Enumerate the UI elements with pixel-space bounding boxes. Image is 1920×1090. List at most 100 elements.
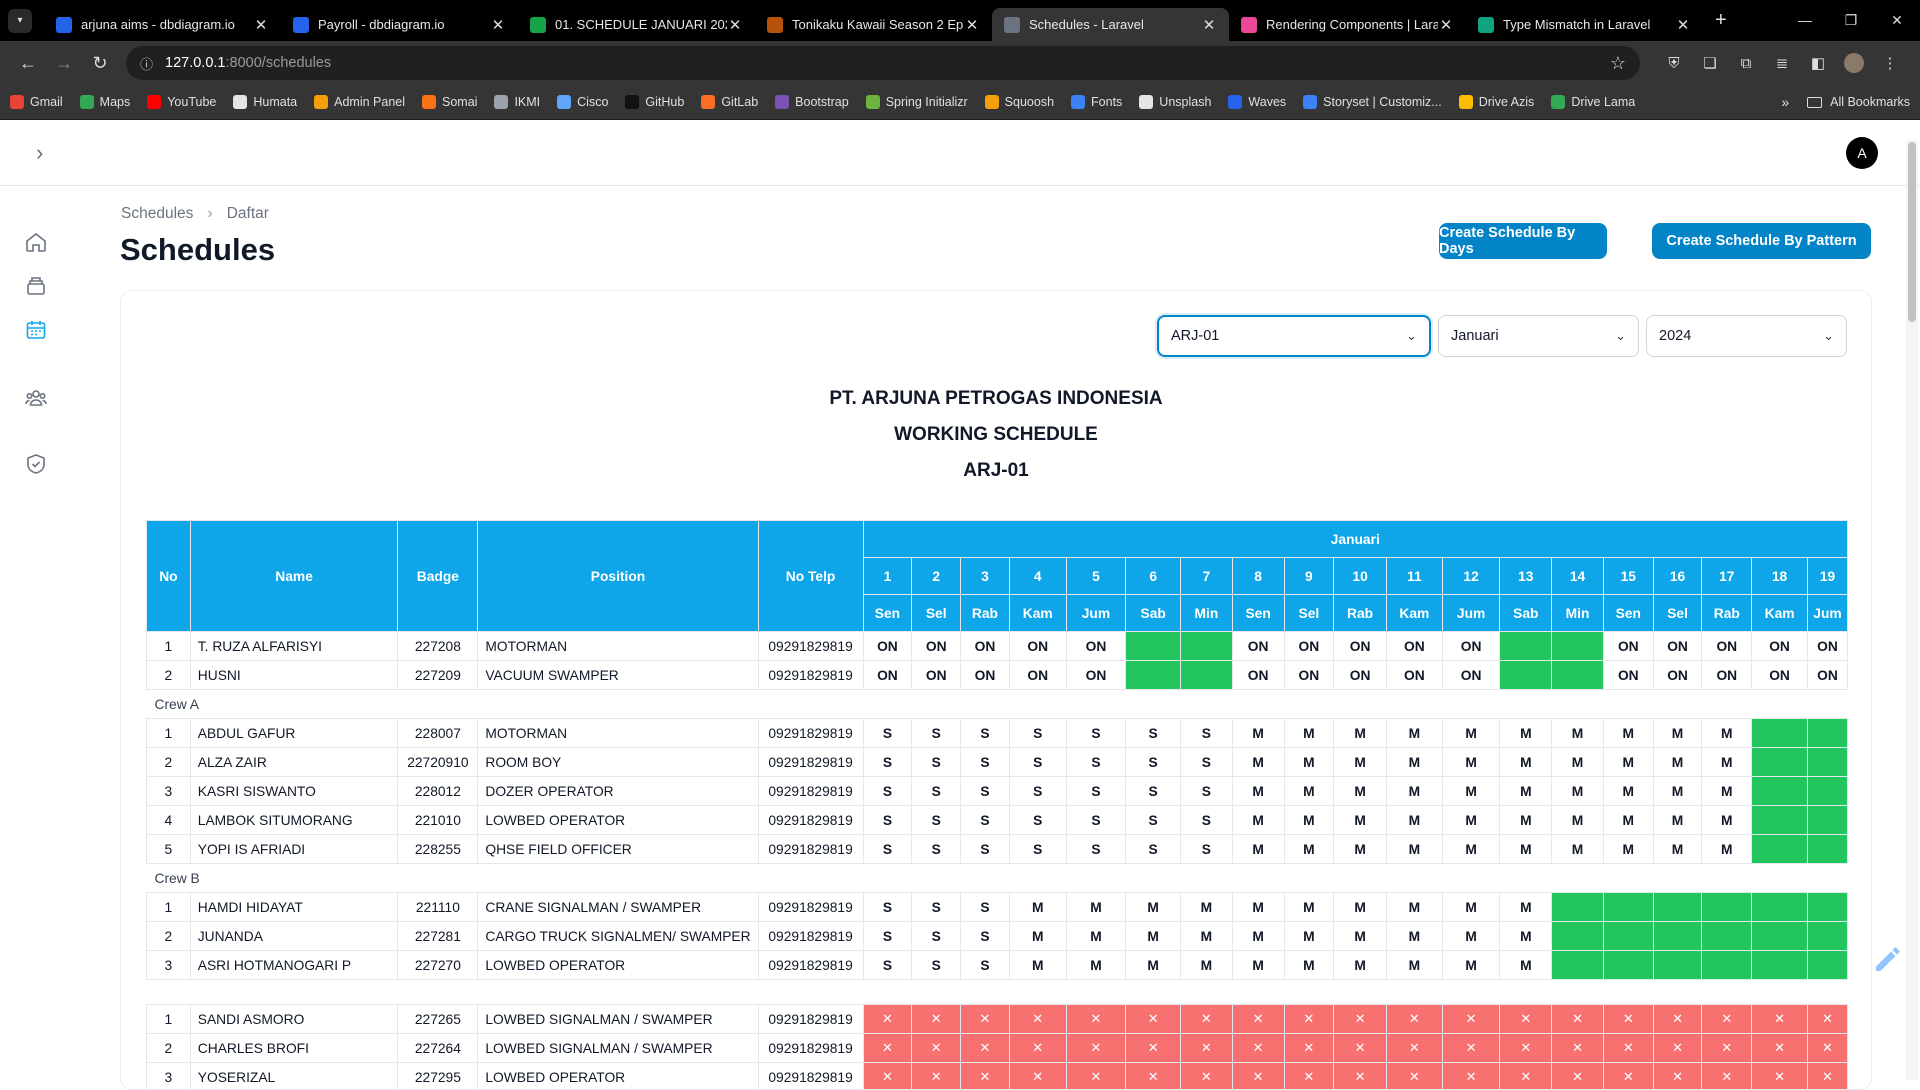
no-schedule-cell[interactable]: ✕ bbox=[1752, 1063, 1808, 1090]
shift-cell[interactable]: ON bbox=[1752, 632, 1808, 661]
shift-cell[interactable]: M bbox=[1702, 835, 1752, 864]
no-schedule-cell[interactable]: ✕ bbox=[1442, 1034, 1500, 1063]
users-icon[interactable] bbox=[24, 386, 48, 410]
no-schedule-cell[interactable]: ✕ bbox=[1552, 1034, 1604, 1063]
shift-cell[interactable]: M bbox=[1334, 951, 1387, 980]
copy-extension-icon[interactable]: ❏ bbox=[1692, 54, 1728, 72]
no-schedule-cell[interactable]: ✕ bbox=[863, 1034, 912, 1063]
back-icon[interactable]: ← bbox=[12, 53, 44, 74]
day-off-cell[interactable] bbox=[1752, 806, 1808, 835]
no-schedule-cell[interactable]: ✕ bbox=[1752, 1005, 1808, 1034]
no-schedule-cell[interactable]: ✕ bbox=[1334, 1005, 1387, 1034]
bookmark-item[interactable]: Fonts bbox=[1071, 95, 1122, 109]
no-schedule-cell[interactable]: ✕ bbox=[1181, 1005, 1233, 1034]
no-schedule-cell[interactable]: ✕ bbox=[1284, 1034, 1334, 1063]
browser-tab[interactable]: Schedules - Laravel✕ bbox=[992, 8, 1229, 41]
shift-cell[interactable]: ON bbox=[1653, 632, 1702, 661]
no-schedule-cell[interactable]: ✕ bbox=[1066, 1005, 1126, 1034]
shift-cell[interactable]: M bbox=[1500, 777, 1552, 806]
shift-cell[interactable]: M bbox=[1603, 719, 1653, 748]
shift-cell[interactable]: M bbox=[1552, 748, 1604, 777]
shift-cell[interactable]: M bbox=[1181, 951, 1233, 980]
no-schedule-cell[interactable]: ✕ bbox=[912, 1063, 961, 1090]
no-schedule-cell[interactable]: ✕ bbox=[1386, 1005, 1442, 1034]
calendar-icon[interactable] bbox=[24, 318, 48, 342]
tab-close-icon[interactable]: ✕ bbox=[1438, 16, 1454, 34]
day-off-cell[interactable] bbox=[1807, 922, 1847, 951]
shift-cell[interactable]: M bbox=[1232, 835, 1284, 864]
no-schedule-cell[interactable]: ✕ bbox=[1552, 1063, 1604, 1090]
shift-cell[interactable]: M bbox=[1232, 748, 1284, 777]
shift-cell[interactable]: M bbox=[1334, 748, 1387, 777]
shift-cell[interactable]: M bbox=[1232, 893, 1284, 922]
shift-cell[interactable]: ON bbox=[1442, 661, 1500, 690]
shift-cell[interactable]: S bbox=[1126, 806, 1181, 835]
no-schedule-cell[interactable]: ✕ bbox=[1500, 1063, 1552, 1090]
no-schedule-cell[interactable]: ✕ bbox=[863, 1063, 912, 1090]
bookmark-item[interactable]: Squoosh bbox=[985, 95, 1054, 109]
shift-cell[interactable]: ON bbox=[1702, 661, 1752, 690]
shift-cell[interactable]: S bbox=[961, 777, 1010, 806]
shift-cell[interactable]: M bbox=[1066, 922, 1126, 951]
year-select[interactable]: 2024 ⌄ bbox=[1646, 315, 1847, 357]
day-off-cell[interactable] bbox=[1752, 893, 1808, 922]
bookmark-item[interactable]: Admin Panel bbox=[314, 95, 405, 109]
shift-cell[interactable]: S bbox=[1009, 806, 1066, 835]
day-off-cell[interactable] bbox=[1603, 893, 1653, 922]
shift-cell[interactable]: S bbox=[961, 748, 1010, 777]
browser-tab[interactable]: 01. SCHEDULE JANUARI 2024 -✕ bbox=[518, 8, 755, 41]
shift-cell[interactable]: ON bbox=[1386, 661, 1442, 690]
shift-cell[interactable]: M bbox=[1552, 835, 1604, 864]
day-off-cell[interactable] bbox=[1752, 748, 1808, 777]
no-schedule-cell[interactable]: ✕ bbox=[1009, 1063, 1066, 1090]
no-schedule-cell[interactable]: ✕ bbox=[863, 1005, 912, 1034]
no-schedule-cell[interactable]: ✕ bbox=[1232, 1005, 1284, 1034]
browser-menu-icon[interactable]: ⋮ bbox=[1872, 54, 1908, 72]
shift-cell[interactable]: ON bbox=[1009, 661, 1066, 690]
shift-cell[interactable]: ON bbox=[961, 661, 1010, 690]
shift-cell[interactable]: M bbox=[1009, 951, 1066, 980]
bookmark-item[interactable]: Humata bbox=[233, 95, 297, 109]
no-schedule-cell[interactable]: ✕ bbox=[912, 1034, 961, 1063]
shift-cell[interactable]: M bbox=[1500, 748, 1552, 777]
tab-close-icon[interactable]: ✕ bbox=[253, 16, 269, 34]
shift-cell[interactable]: S bbox=[1126, 748, 1181, 777]
shift-cell[interactable]: M bbox=[1653, 748, 1702, 777]
shift-cell[interactable]: M bbox=[1386, 748, 1442, 777]
month-select[interactable]: Januari ⌄ bbox=[1438, 315, 1639, 357]
shift-cell[interactable]: ON bbox=[1232, 632, 1284, 661]
day-off-cell[interactable] bbox=[1653, 893, 1702, 922]
no-schedule-cell[interactable]: ✕ bbox=[961, 1063, 1010, 1090]
browser-tab[interactable]: Payroll - dbdiagram.io✕ bbox=[281, 8, 518, 41]
no-schedule-cell[interactable]: ✕ bbox=[1181, 1034, 1233, 1063]
day-off-cell[interactable] bbox=[1752, 719, 1808, 748]
no-schedule-cell[interactable]: ✕ bbox=[1603, 1005, 1653, 1034]
shift-cell[interactable]: ON bbox=[1009, 632, 1066, 661]
bookmark-item[interactable]: Bootstrap bbox=[775, 95, 849, 109]
shift-cell[interactable]: ON bbox=[1334, 661, 1387, 690]
shift-cell[interactable]: M bbox=[1386, 922, 1442, 951]
shift-cell[interactable]: M bbox=[1181, 922, 1233, 951]
shift-cell[interactable]: S bbox=[863, 748, 912, 777]
shift-cell[interactable]: M bbox=[1284, 893, 1334, 922]
no-schedule-cell[interactable]: ✕ bbox=[1334, 1063, 1387, 1090]
bookmark-item[interactable]: IKMI bbox=[494, 95, 540, 109]
shift-cell[interactable]: ON bbox=[1442, 632, 1500, 661]
day-off-cell[interactable] bbox=[1552, 893, 1604, 922]
site-info-icon[interactable]: ⓘ bbox=[140, 54, 153, 73]
shift-cell[interactable]: M bbox=[1334, 835, 1387, 864]
no-schedule-cell[interactable]: ✕ bbox=[1009, 1005, 1066, 1034]
shift-cell[interactable]: S bbox=[961, 806, 1010, 835]
shift-cell[interactable]: ON bbox=[1284, 661, 1334, 690]
shift-cell[interactable]: M bbox=[1009, 922, 1066, 951]
no-schedule-cell[interactable]: ✕ bbox=[1702, 1063, 1752, 1090]
shift-cell[interactable]: ON bbox=[1066, 661, 1126, 690]
profile-avatar-icon[interactable] bbox=[1836, 53, 1872, 73]
no-schedule-cell[interactable]: ✕ bbox=[1807, 1063, 1847, 1090]
shift-cell[interactable]: M bbox=[1126, 922, 1181, 951]
shift-cell[interactable]: M bbox=[1334, 922, 1387, 951]
shift-cell[interactable]: S bbox=[863, 806, 912, 835]
scrollbar-thumb[interactable] bbox=[1908, 142, 1916, 322]
shift-cell[interactable]: M bbox=[1386, 951, 1442, 980]
tab-search-button[interactable]: ▾ bbox=[8, 9, 32, 33]
